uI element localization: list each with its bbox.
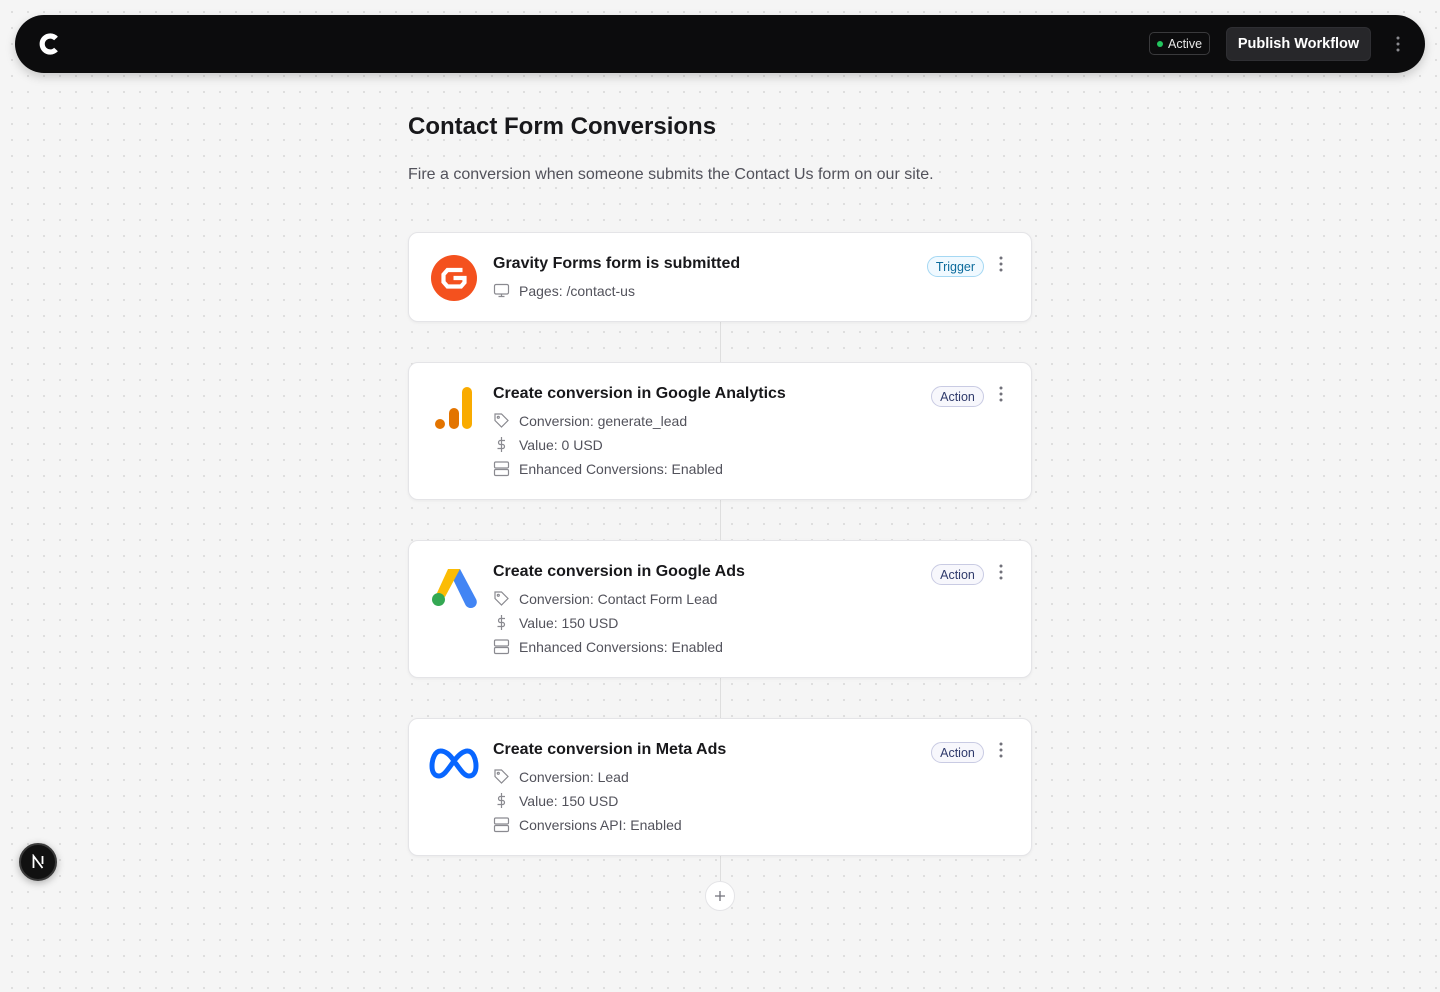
- server-icon: [493, 817, 510, 833]
- tag-icon: [494, 769, 509, 784]
- workflow-step-card[interactable]: Create conversion in Google Analytics Ac…: [408, 362, 1032, 500]
- step-title: Create conversion in Google Ads: [493, 563, 745, 580]
- server-icon: [493, 639, 510, 655]
- step-detail: Enhanced Conversions: Enabled: [493, 638, 723, 655]
- tag-icon: [494, 591, 509, 606]
- vertical-dots-icon[interactable]: [994, 741, 1008, 759]
- page-title: Contact Form Conversions: [408, 113, 717, 140]
- detail-text: Value: 150 USD: [519, 614, 619, 631]
- vertical-dots-icon[interactable]: [994, 563, 1008, 581]
- detail-text: Value: 150 USD: [519, 792, 619, 809]
- add-step-button[interactable]: [705, 881, 735, 911]
- step-detail: Value: 150 USD: [493, 792, 618, 809]
- detail-text: Pages: /contact-us: [519, 282, 635, 299]
- step-detail: Enhanced Conversions: Enabled: [493, 460, 723, 477]
- step-detail: Conversions API: Enabled: [493, 816, 682, 833]
- detail-text: Conversion: Contact Form Lead: [519, 590, 718, 607]
- step-detail: Conversion: Lead: [493, 768, 629, 785]
- dollar-icon: [497, 437, 506, 452]
- detail-text: Conversions API: Enabled: [519, 816, 682, 833]
- action-badge: Action: [931, 386, 984, 407]
- detail-text: Enhanced Conversions: Enabled: [519, 638, 723, 655]
- step-detail: Conversion: generate_lead: [493, 412, 687, 429]
- dev-tools-button[interactable]: [19, 843, 57, 881]
- workflow-step-card[interactable]: Create conversion in Google Ads Action C…: [408, 540, 1032, 678]
- google-analytics-icon: [435, 387, 472, 429]
- detail-text: Enhanced Conversions: Enabled: [519, 460, 723, 477]
- step-title: Create conversion in Google Analytics: [493, 385, 786, 402]
- step-connector: [720, 856, 721, 881]
- detail-text: Conversion: Lead: [519, 768, 629, 785]
- step-detail: Value: 0 USD: [493, 436, 603, 453]
- detail-text: Value: 0 USD: [519, 436, 603, 453]
- c-logo-icon[interactable]: [37, 31, 63, 57]
- step-connector: [720, 678, 721, 718]
- step-detail: Value: 150 USD: [493, 614, 618, 631]
- tag-icon: [494, 413, 509, 428]
- workflow-step-card[interactable]: Gravity Forms form is submitted Trigger …: [408, 232, 1032, 322]
- google-ads-icon: [432, 569, 477, 609]
- step-title: Create conversion in Meta Ads: [493, 741, 727, 758]
- status-dot-icon: [1157, 40, 1163, 47]
- top-bar: Active Publish Workflow: [15, 15, 1425, 73]
- status-label: Active: [1168, 36, 1203, 51]
- trigger-badge: Trigger: [927, 256, 984, 277]
- n-logo-icon: [32, 854, 44, 869]
- vertical-dots-icon[interactable]: [994, 385, 1008, 403]
- gravity-forms-icon: [431, 255, 477, 301]
- vertical-dots-icon[interactable]: [1391, 34, 1405, 54]
- action-badge: Action: [931, 564, 984, 585]
- step-detail: Conversion: Contact Form Lead: [493, 590, 717, 607]
- status-badge: Active: [1149, 32, 1210, 55]
- server-icon: [493, 461, 510, 477]
- plus-icon: [715, 891, 725, 901]
- monitor-icon: [493, 283, 510, 298]
- detail-text: Conversion: generate_lead: [519, 412, 688, 429]
- meta-icon: [429, 748, 479, 779]
- dollar-icon: [497, 793, 506, 808]
- step-detail: Pages: /contact-us: [493, 282, 635, 299]
- action-badge: Action: [931, 742, 984, 763]
- dollar-icon: [497, 615, 506, 630]
- step-connector: [720, 500, 721, 540]
- publish-workflow-button[interactable]: Publish Workflow: [1226, 27, 1371, 61]
- page-description: Fire a conversion when someone submits t…: [408, 166, 934, 183]
- vertical-dots-icon[interactable]: [994, 255, 1008, 273]
- step-title: Gravity Forms form is submitted: [493, 255, 741, 272]
- step-connector: [720, 322, 721, 362]
- workflow-step-card[interactable]: Create conversion in Meta Ads Action Con…: [408, 718, 1032, 856]
